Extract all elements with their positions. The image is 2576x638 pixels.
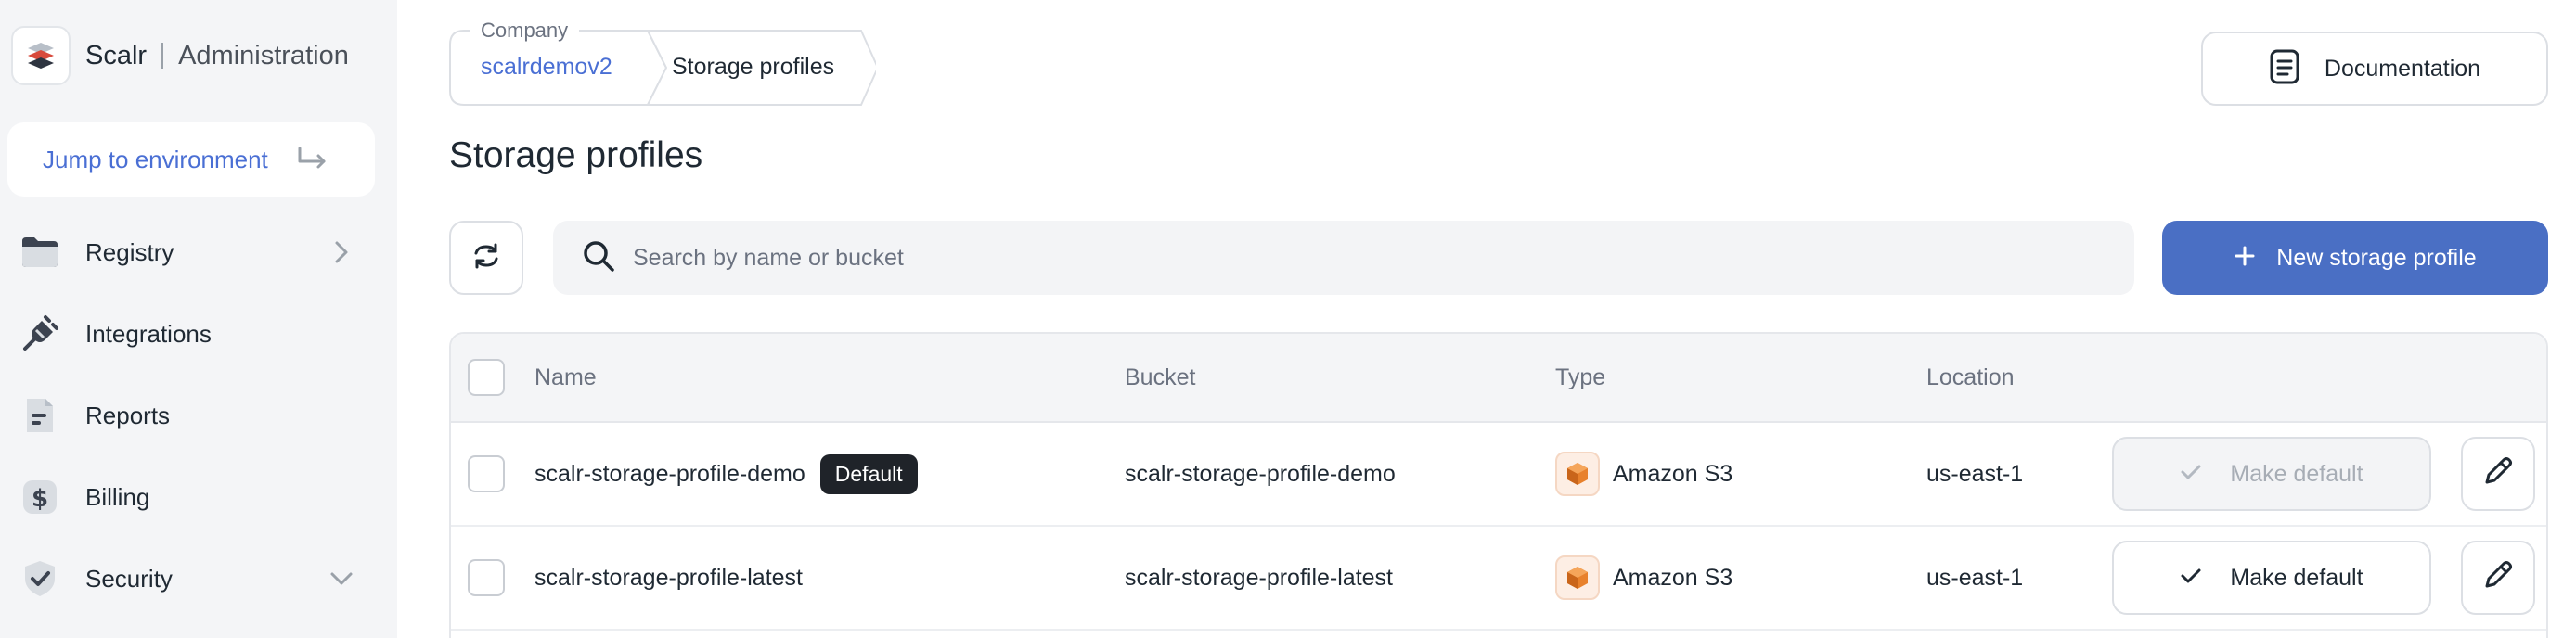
sidebar-item-label: Billing: [85, 482, 150, 511]
search-input[interactable]: [633, 244, 2025, 272]
action-cell: Make default: [2112, 527, 2431, 629]
column-header-type[interactable]: Type: [1555, 334, 1605, 421]
profile-name: scalr-storage-profile-latest: [535, 564, 803, 591]
table-row[interactable]: scalr-storage-profile-latest scalr-stora…: [451, 527, 2546, 631]
type-label: Amazon S3: [1613, 460, 1733, 487]
row-checkbox[interactable]: [468, 559, 505, 596]
default-badge: Default: [819, 453, 918, 494]
row-checkbox[interactable]: [468, 455, 505, 492]
sidebar-item-billing[interactable]: $ Billing: [0, 456, 397, 538]
type-label: Amazon S3: [1613, 564, 1733, 591]
documentation-button[interactable]: Documentation: [2201, 32, 2548, 106]
breadcrumb-company-label: Company: [470, 19, 580, 43]
select-all-checkbox[interactable]: [468, 359, 505, 396]
search-icon: [581, 238, 616, 278]
refresh-icon: [470, 240, 502, 276]
sidebar-item-security[interactable]: Security: [0, 538, 397, 619]
new-storage-profile-label: New storage profile: [2276, 244, 2477, 271]
new-storage-profile-button[interactable]: New storage profile: [2162, 221, 2548, 295]
amazon-s3-icon: [1555, 555, 1600, 600]
make-default-button[interactable]: Make default: [2112, 437, 2431, 511]
action-cell: Make default: [2112, 423, 2431, 525]
brand-area-label: Administration: [178, 40, 349, 70]
bucket-cell: scalr-storage-profile-latest: [1125, 564, 1393, 591]
scalr-logo-icon[interactable]: [11, 26, 71, 85]
row-checkbox-cell: [468, 423, 505, 525]
type-cell: Amazon S3: [1555, 527, 1732, 629]
pencil-icon: [2481, 454, 2515, 494]
chevron-down-icon: [323, 569, 360, 588]
folder-icon: [19, 231, 61, 274]
search-box: [553, 221, 2134, 295]
sidebar-item-label: Security: [85, 564, 173, 593]
main-content: Company scalrdemov2 Storage profiles Doc…: [397, 0, 2576, 638]
sidebar-item-reports[interactable]: Reports: [0, 375, 397, 456]
table-row[interactable]: scalr-storage-profile-demo Default scalr…: [451, 423, 2546, 527]
location-cell: us-east-1: [1926, 564, 2024, 591]
breadcrumb-company-link[interactable]: scalrdemov2: [481, 54, 612, 81]
report-icon: [19, 394, 61, 437]
type-cell: Amazon S3: [1555, 423, 1732, 525]
plug-icon: [19, 313, 61, 355]
edit-cell: [2461, 423, 2535, 525]
name-cell: scalr-storage-profile-latest: [535, 527, 803, 629]
bucket-cell: scalr-storage-profile-demo: [1125, 460, 1396, 487]
sidebar-item-registry[interactable]: Registry: [0, 211, 397, 293]
name-cell: scalr-storage-profile-demo Default: [535, 423, 918, 525]
make-default-label: Make default: [2230, 564, 2363, 591]
pencil-icon: [2481, 558, 2515, 598]
breadcrumb-current: Storage profiles: [672, 54, 835, 80]
column-header-name[interactable]: Name: [535, 334, 597, 421]
document-icon: [2269, 48, 2300, 90]
return-arrow-icon: [294, 145, 331, 174]
row-checkbox-cell: [468, 527, 505, 629]
amazon-s3-icon: [1555, 452, 1600, 496]
check-icon: [2180, 461, 2202, 488]
make-default-label: Make default: [2230, 460, 2363, 487]
check-icon: [2180, 565, 2202, 592]
shield-icon: [19, 557, 61, 600]
column-header-bucket[interactable]: Bucket: [1125, 334, 1195, 421]
dollar-icon: $: [19, 476, 61, 518]
page-title: Storage profiles: [449, 135, 703, 175]
sidebar-item-label: Registry: [85, 237, 174, 266]
location-cell: us-east-1: [1926, 460, 2024, 487]
make-default-button[interactable]: Make default: [2112, 541, 2431, 615]
table-header: Name Bucket Type Location: [451, 334, 2546, 423]
brand: Scalr Administration: [11, 26, 349, 85]
jump-to-environment-button[interactable]: Jump to environment: [7, 122, 375, 197]
storage-profiles-table: Name Bucket Type Location scalr-storage-…: [449, 332, 2548, 638]
edit-button[interactable]: [2461, 437, 2535, 511]
brand-divider: [161, 43, 164, 69]
sidebar-item-label: Reports: [85, 401, 171, 429]
header-checkbox-cell: [468, 334, 505, 421]
sidebar-item-integrations[interactable]: Integrations: [0, 293, 397, 375]
profile-name: scalr-storage-profile-demo: [535, 460, 805, 487]
edit-cell: [2461, 527, 2535, 629]
svg-text:$: $: [32, 485, 48, 513]
chevron-right-icon: [323, 239, 360, 265]
column-header-location[interactable]: Location: [1926, 334, 2015, 421]
sidebar-nav: Registry Integrations Reports $ Billing …: [0, 211, 397, 619]
documentation-label: Documentation: [2324, 55, 2481, 82]
sidebar: Scalr Administration Jump to environment: [0, 0, 397, 638]
brand-name: Scalr: [85, 40, 148, 70]
jump-to-environment-label: Jump to environment: [43, 145, 268, 173]
plus-icon: [2234, 245, 2256, 272]
sidebar-item-label: Integrations: [85, 319, 212, 348]
app: Scalr Administration Jump to environment: [0, 0, 2576, 638]
refresh-button[interactable]: [449, 221, 523, 295]
edit-button[interactable]: [2461, 541, 2535, 615]
